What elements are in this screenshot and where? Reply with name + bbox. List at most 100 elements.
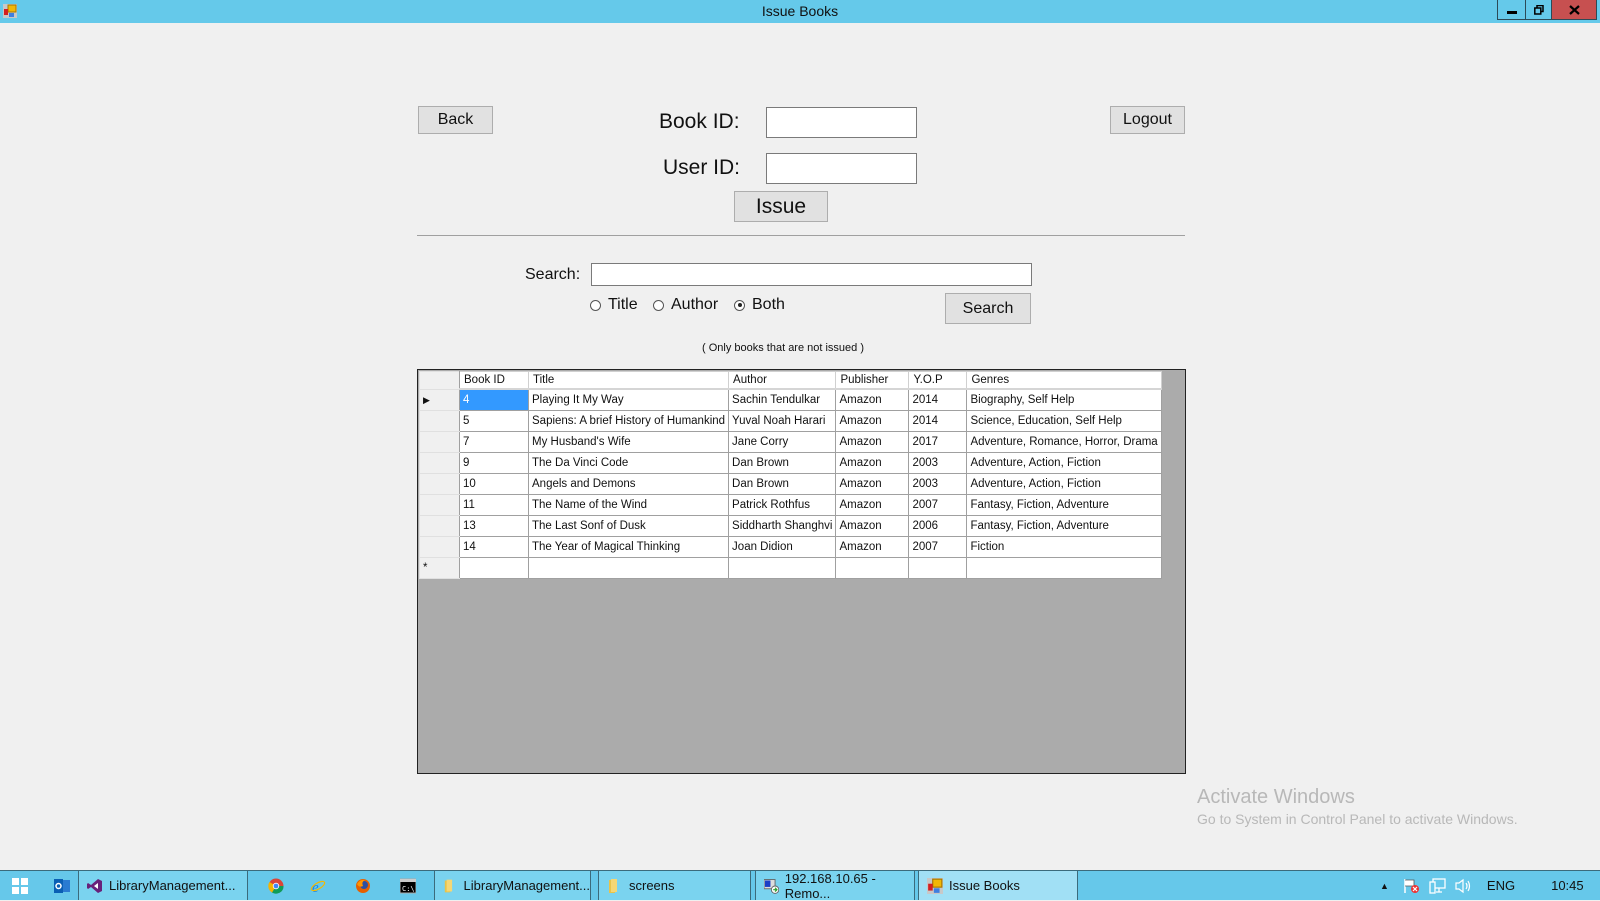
radio-author[interactable]: Author [653, 296, 718, 314]
table-row[interactable]: 11 The Name of the Wind Patrick Rothfus Ama… [419, 494, 1162, 516]
cell-publisher[interactable]: Amazon [835, 452, 910, 474]
cell-publisher[interactable]: Amazon [835, 431, 910, 453]
search-input[interactable] [591, 263, 1032, 286]
cell-yop[interactable]: 2007 [908, 536, 968, 558]
row-header[interactable]: * [419, 557, 460, 579]
cell-genres[interactable]: Adventure, Action, Fiction [966, 473, 1162, 495]
cell-yop[interactable]: 2017 [908, 431, 968, 453]
cell-title[interactable]: My Husband's Wife [527, 431, 730, 453]
search-button[interactable]: Search [945, 293, 1031, 324]
close-button[interactable] [1551, 0, 1597, 20]
cell-book-id[interactable]: 11 [459, 494, 529, 516]
row-header[interactable] [419, 410, 460, 432]
cell-publisher[interactable]: Amazon [835, 515, 910, 537]
table-row[interactable]: 14 The Year of Magical Thinking Joan Didio… [419, 536, 1162, 558]
clock[interactable]: 10:45 [1551, 878, 1584, 893]
row-header[interactable] [419, 431, 460, 453]
cell-publisher[interactable]: Amazon [835, 494, 910, 516]
column-header-genres[interactable]: Genres [966, 371, 1162, 390]
cell-genres[interactable]: Adventure, Action, Fiction [966, 452, 1162, 474]
books-grid[interactable]: Book ID Title Author Publisher Y.O.P Gen… [417, 369, 1186, 774]
row-header[interactable] [419, 515, 460, 537]
row-header[interactable] [419, 536, 460, 558]
cell-genres[interactable]: Fantasy, Fiction, Adventure [966, 494, 1162, 516]
cell-author[interactable]: Patrick Rothfus [728, 494, 837, 516]
column-header-publisher[interactable]: Publisher [835, 371, 910, 390]
cell-book-id[interactable]: 10 [459, 473, 529, 495]
new-row[interactable]: * [419, 557, 1162, 579]
taskbar-outlook[interactable] [44, 871, 80, 900]
column-header-author[interactable]: Author [728, 371, 837, 390]
taskbar-cmd[interactable]: C:\ [390, 871, 426, 900]
cell-genres[interactable]: Fantasy, Fiction, Adventure [966, 515, 1162, 537]
taskbar-folder-library[interactable]: LibraryManagement... [434, 871, 591, 900]
cell-book-id[interactable]: 4 [459, 388, 529, 411]
cell-author[interactable]: Sachin Tendulkar [728, 388, 837, 411]
table-row[interactable]: 13 The Last Sonf of Dusk Siddharth Shanghv… [419, 515, 1162, 537]
table-row[interactable]: 9 The Da Vinci Code Dan Brown Amazon 2003 Adv… [419, 452, 1162, 474]
grid-corner-header[interactable] [419, 371, 460, 390]
radio-author-circle[interactable] [653, 299, 664, 311]
restore-button[interactable] [1525, 0, 1552, 20]
cell-author[interactable]: Dan Brown [728, 473, 837, 495]
taskbar-internet-explorer[interactable]: e [300, 871, 336, 900]
table-row[interactable]: 7 My Husband's Wife Jane Corry Amazon 2017 Ad… [419, 431, 1162, 453]
row-header[interactable] [419, 452, 460, 474]
radio-both[interactable]: Both [734, 296, 785, 314]
cell-author[interactable]: Dan Brown [728, 452, 837, 474]
cell-author[interactable]: Yuval Noah Harari [728, 410, 837, 432]
cell-yop[interactable]: 2014 [908, 388, 968, 411]
cell-new-yop[interactable] [908, 557, 968, 579]
cell-publisher[interactable]: Amazon [835, 473, 910, 495]
radio-title-circle[interactable] [590, 299, 601, 311]
logout-button[interactable]: Logout [1110, 106, 1185, 134]
table-row[interactable]: 5 Sapiens: A brief History of Humankind Yu… [419, 410, 1162, 432]
taskbar-remote-desktop[interactable]: 192.168.10.65 - Remo... [755, 871, 915, 901]
action-center-flag-icon[interactable] [1403, 878, 1421, 894]
column-header-yop[interactable]: Y.O.P [908, 371, 968, 390]
cell-new-book-id[interactable] [459, 557, 529, 579]
cell-author[interactable]: Joan Didion [728, 536, 837, 558]
cell-book-id[interactable]: 14 [459, 536, 529, 558]
radio-title[interactable]: Title [590, 296, 638, 314]
cell-title[interactable]: Sapiens: A brief History of Humankind [527, 410, 730, 432]
radio-both-circle[interactable] [734, 299, 745, 311]
volume-icon[interactable] [1455, 878, 1473, 894]
issue-button[interactable]: Issue [734, 191, 828, 222]
column-header-title[interactable]: Title [527, 371, 730, 390]
row-header[interactable]: ▶ [419, 388, 460, 411]
cell-genres[interactable]: Adventure, Romance, Horror, Drama [966, 431, 1162, 453]
cell-yop[interactable]: 2007 [908, 494, 968, 516]
table-row[interactable]: 10 Angels and Demons Dan Brown Amazon 2003 Ad… [419, 473, 1162, 495]
cell-new-publisher[interactable] [835, 557, 910, 579]
cell-title[interactable]: The Last Sonf of Dusk [527, 515, 730, 537]
minimize-button[interactable] [1497, 0, 1526, 20]
cell-book-id[interactable]: 13 [459, 515, 529, 537]
start-button[interactable] [0, 871, 40, 900]
cell-new-genres[interactable] [966, 557, 1162, 579]
cell-yop[interactable]: 2003 [908, 452, 968, 474]
cell-yop[interactable]: 2003 [908, 473, 968, 495]
book-id-input[interactable] [766, 107, 917, 138]
taskbar-folder-screens[interactable]: screens [598, 871, 751, 900]
cell-new-title[interactable] [527, 557, 730, 579]
cell-publisher[interactable]: Amazon [835, 410, 910, 432]
cell-title[interactable]: Playing It My Way [527, 388, 730, 411]
network-icon[interactable] [1429, 877, 1447, 894]
cell-title[interactable]: The Da Vinci Code [527, 452, 730, 474]
table-row[interactable]: ▶ 4 Playing It My Way Sachin Tendulkar Amazo… [419, 388, 1162, 411]
taskbar-chrome[interactable] [258, 871, 294, 900]
cell-genres[interactable]: Biography, Self Help [966, 388, 1162, 411]
cell-publisher[interactable]: Amazon [835, 388, 910, 411]
show-hidden-icons-icon[interactable]: ▲ [1380, 881, 1389, 891]
cell-book-id[interactable]: 5 [459, 410, 529, 432]
cell-genres[interactable]: Fiction [966, 536, 1162, 558]
back-button[interactable]: Back [418, 106, 493, 134]
row-header[interactable] [419, 473, 460, 495]
cell-yop[interactable]: 2006 [908, 515, 968, 537]
column-header-book-id[interactable]: Book ID [459, 371, 529, 390]
cell-title[interactable]: Angels and Demons [527, 473, 730, 495]
cell-new-author[interactable] [728, 557, 837, 579]
taskbar-issue-books[interactable]: Issue Books [918, 871, 1078, 900]
cell-title[interactable]: The Year of Magical Thinking [527, 536, 730, 558]
